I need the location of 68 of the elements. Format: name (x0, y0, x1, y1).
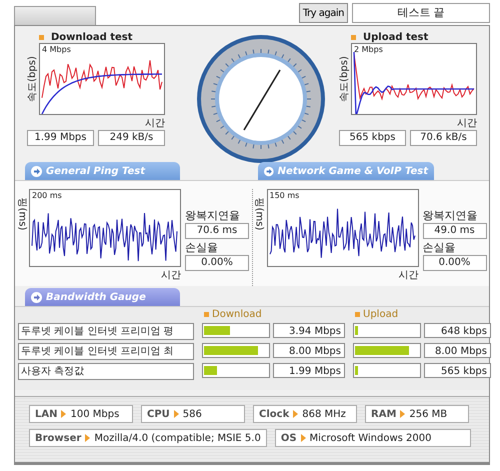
system-info-field: OS Microsoft Windows 2000 (274, 429, 471, 447)
section-tab[interactable]: Network Game & VoIP Test (258, 162, 434, 180)
loss-label: 손실율 (422, 241, 456, 255)
bandwidth-bar (202, 363, 270, 378)
bandwidth-value: 1.99 Mbps (273, 363, 345, 378)
system-info-field: RAM 256 MB (365, 405, 469, 423)
axis-label: 핑(ms) (252, 198, 266, 230)
bandwidth-bar (202, 343, 270, 358)
bullet-icon (355, 312, 360, 317)
system-info-field: Browser Mozilla/4.0 (compatible; MSIE 5.0 (29, 429, 267, 447)
loss-field: 0.00% (422, 255, 486, 271)
latency-field: 49.0 ms (422, 223, 486, 239)
loss-field: 0.00% (185, 255, 249, 271)
triangle-icon (61, 410, 66, 418)
triangle-icon (174, 410, 179, 418)
system-info-field: LAN 100 Mbps (29, 405, 133, 423)
arrow-icon (31, 166, 42, 176)
latency-label: 왕복지연율 (185, 209, 241, 223)
value-field: 70.6 kB/s (410, 130, 477, 146)
latency-label: 왕복지연율 (422, 209, 478, 223)
column-header: Upload (363, 309, 398, 320)
bullet-icon (351, 35, 356, 40)
axis-label: 속도(bps) (26, 56, 39, 102)
bandwidth-value: 8.00 Mbps (424, 343, 491, 358)
axis-label: 시간 (456, 117, 477, 130)
bandwidth-value: 565 kbps (424, 363, 491, 378)
connection-name: 두루넷 케이블 인터넷 프리미엄 최 (18, 343, 194, 360)
column-header: Download (212, 309, 262, 320)
bullet-icon (39, 35, 44, 40)
axis-label: 핑(ms) (15, 198, 28, 230)
scale-label: 4 Mbps (42, 45, 71, 54)
arrow-icon (31, 292, 42, 302)
bandwidth-bar (353, 343, 421, 358)
bandwidth-value: 648 kbps (424, 323, 491, 338)
axis-label: 속도(bps) (338, 56, 351, 102)
status-field: 테스트 끝 (352, 3, 490, 23)
system-info-field: CPU 586 (141, 405, 245, 423)
latency-field: 70.6 ms (185, 223, 249, 239)
triangle-icon (85, 434, 90, 442)
triangle-icon (293, 410, 298, 418)
section-tab[interactable]: Bandwidth Gauge (25, 288, 180, 306)
try-again-button[interactable]: Try again (298, 3, 348, 23)
bandwidth-bar (202, 323, 270, 338)
axis-label: 시간 (398, 269, 418, 282)
value-field: 565 kbps (339, 130, 406, 146)
bandwidth-value: 8.00 Mbps (273, 343, 345, 358)
value-field: 1.99 Mbps (27, 130, 94, 146)
section-tab[interactable]: General Ping Test (25, 162, 180, 180)
triangle-icon (300, 434, 306, 442)
chart-title: Upload test (363, 32, 428, 43)
bullet-icon (204, 312, 209, 317)
axis-label: 시간 (144, 117, 165, 130)
arrow-icon (264, 166, 274, 176)
connection-name: 두루넷 케이블 인터넷 프리미엄 평 (18, 323, 194, 340)
bandwidth-value: 3.94 Mbps (273, 323, 345, 338)
scale-label: 2 Mbps (354, 45, 383, 54)
scale-label: 200 ms (32, 191, 62, 200)
value-field: 249 kB/s (98, 130, 165, 146)
connection-name: 사용자 측정값 (18, 363, 194, 380)
tab[interactable] (14, 6, 96, 25)
system-info-field: Clock 868 MHz (253, 405, 357, 423)
scale-label: 150 ms (270, 191, 300, 200)
chart-title: Download test (51, 32, 133, 43)
loss-label: 손실율 (185, 241, 219, 255)
triangle-icon (400, 410, 406, 418)
bandwidth-bar (353, 323, 421, 338)
axis-label: 시간 (160, 269, 181, 282)
bandwidth-bar (353, 363, 421, 378)
